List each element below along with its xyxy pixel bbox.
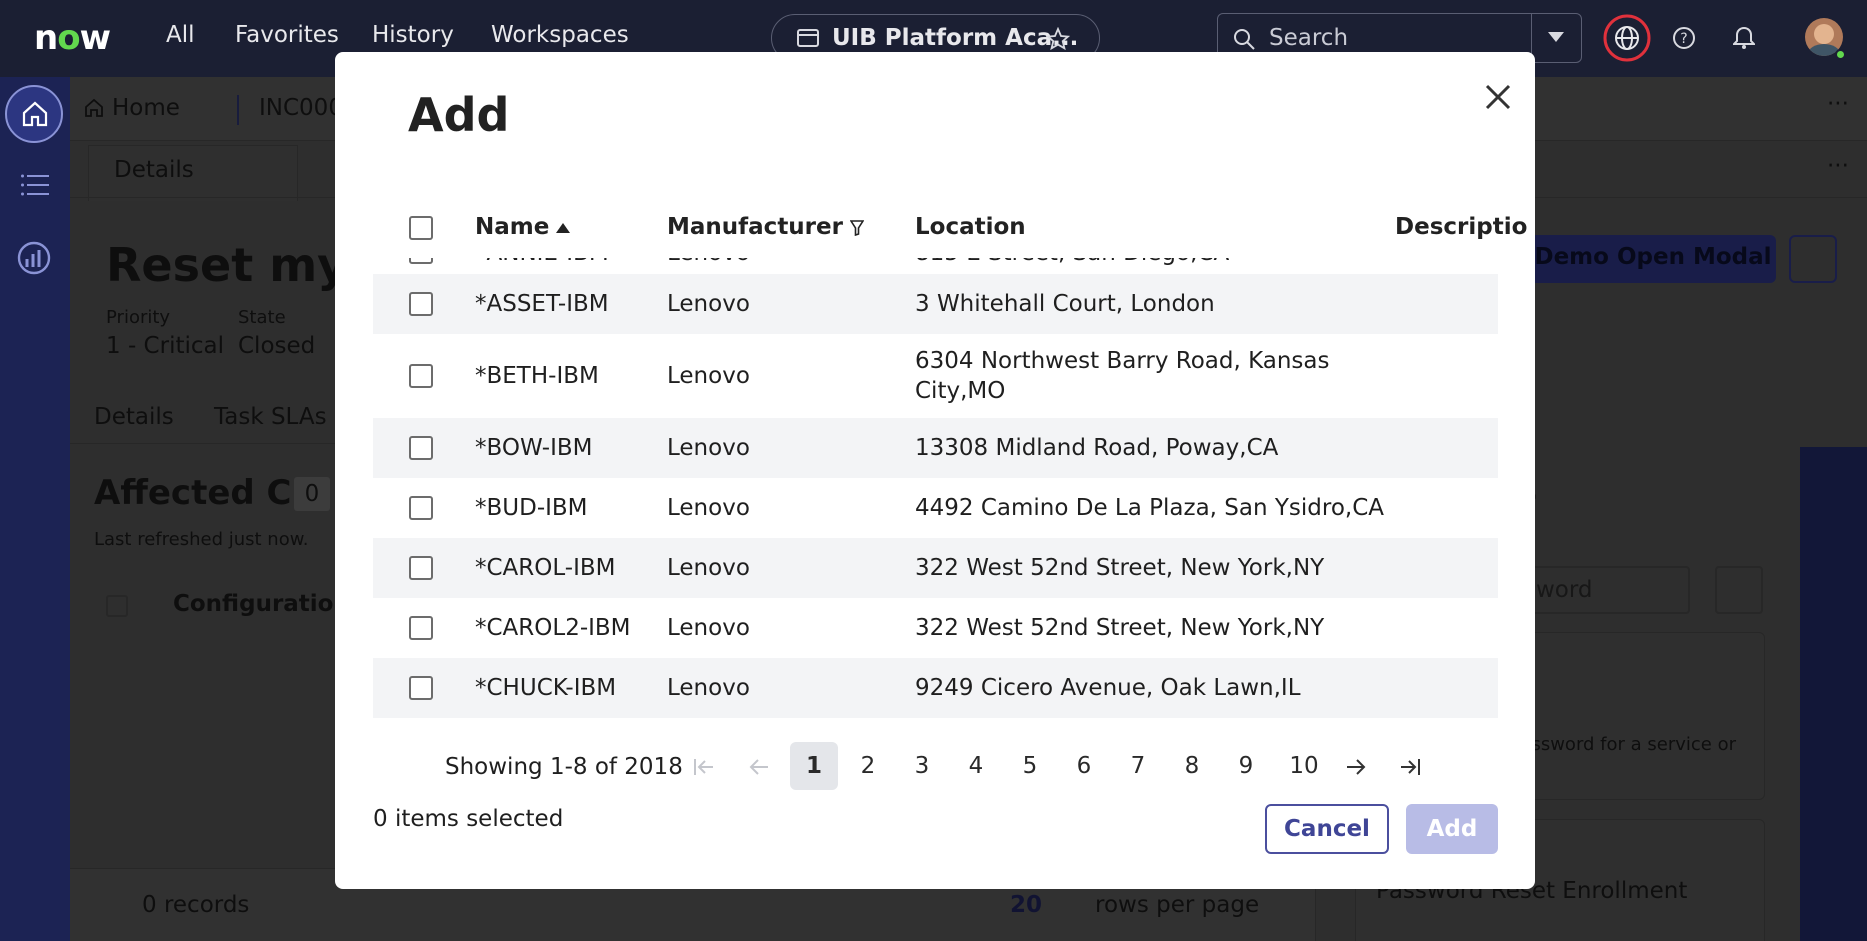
table-header: Name Manufacturer Location Descriptio — [373, 198, 1527, 258]
filter-icon[interactable] — [849, 219, 865, 236]
page-5-button[interactable]: 5 — [1006, 742, 1054, 790]
table-row[interactable]: *BOW-IBM Lenovo 13308 Midland Road, Powa… — [373, 418, 1498, 478]
column-name[interactable]: Name — [475, 214, 571, 240]
nav-workspaces[interactable]: Workspaces — [491, 22, 629, 48]
close-icon[interactable] — [1475, 74, 1521, 120]
cell-name: *ASSET-IBM — [475, 291, 609, 317]
table-row[interactable]: *CAROL-IBM Lenovo 322 West 52nd Street, … — [373, 538, 1498, 598]
cell-manufacturer: Lenovo — [667, 675, 750, 701]
items-selected-text: 0 items selected — [373, 806, 564, 832]
star-icon[interactable] — [1046, 27, 1070, 51]
row-checkbox[interactable] — [409, 496, 433, 520]
table-row[interactable]: *BUD-IBM Lenovo 4492 Camino De La Plaza,… — [373, 478, 1498, 538]
page-1-button[interactable]: 1 — [790, 742, 838, 790]
row-checkbox[interactable] — [409, 258, 433, 264]
analytics-icon[interactable] — [17, 241, 51, 275]
page-10-button[interactable]: 10 — [1278, 742, 1330, 790]
cell-manufacturer: Lenovo — [667, 258, 750, 268]
page-2-button[interactable]: 2 — [844, 742, 892, 790]
help-icon[interactable]: ? — [1672, 26, 1696, 50]
chevron-down-icon — [1548, 32, 1564, 42]
left-rail — [0, 77, 70, 941]
table-row[interactable]: *CAROL2-IBM Lenovo 322 West 52nd Street,… — [373, 598, 1498, 658]
search-dropdown[interactable] — [1531, 14, 1581, 62]
cell-manufacturer: Lenovo — [667, 435, 750, 461]
cell-manufacturer: Lenovo — [667, 555, 750, 581]
row-checkbox[interactable] — [409, 292, 433, 316]
app-icon — [797, 29, 819, 47]
cancel-button[interactable]: Cancel — [1265, 804, 1389, 854]
showing-count: Showing 1-8 of 2018 — [445, 754, 683, 780]
row-checkbox[interactable] — [409, 364, 433, 388]
presence-dot — [1835, 49, 1846, 60]
column-manufacturer[interactable]: Manufacturer — [667, 214, 865, 240]
table-body: *ANNIE-IBM Lenovo 815 E Street, San Dieg… — [373, 258, 1498, 785]
table-row[interactable]: *ASSET-IBM Lenovo 3 Whitehall Court, Lon… — [373, 274, 1498, 334]
page-4-button[interactable]: 4 — [952, 742, 1000, 790]
cell-location: 322 West 52nd Street, New York,NY — [915, 615, 1325, 641]
search-icon — [1234, 29, 1255, 50]
sort-ascending-icon — [556, 222, 571, 233]
table-row[interactable]: *BETH-IBM Lenovo 6304 Northwest Barry Ro… — [373, 334, 1498, 418]
table-row[interactable]: *CHUCK-IBM Lenovo 9249 Cicero Avenue, Oa… — [373, 658, 1498, 718]
row-checkbox[interactable] — [409, 676, 433, 700]
nav-all[interactable]: All — [166, 22, 195, 48]
page-6-button[interactable]: 6 — [1060, 742, 1108, 790]
cell-name: *CHUCK-IBM — [475, 675, 617, 701]
home-icon — [22, 101, 48, 127]
column-location[interactable]: Location — [915, 214, 1026, 240]
page-9-button[interactable]: 9 — [1222, 742, 1270, 790]
cell-location: 13308 Midland Road, Poway,CA — [915, 435, 1279, 461]
search-placeholder: Search — [1269, 25, 1349, 51]
add-modal: Add Name Manufacturer Location Descripti… — [335, 52, 1535, 889]
pagination: Showing 1-8 of 2018 1 2 3 4 5 6 7 8 9 10 — [373, 742, 1498, 798]
cell-name: *CAROL-IBM — [475, 555, 616, 581]
next-page-icon[interactable] — [1345, 758, 1367, 776]
cell-manufacturer: Lenovo — [667, 495, 750, 521]
first-page-icon[interactable] — [693, 758, 715, 776]
app-title: UIB Platform Aca... — [832, 25, 1079, 51]
modal-title: Add — [408, 88, 510, 142]
cell-manufacturer: Lenovo — [667, 615, 750, 641]
cell-location: 6304 Northwest Barry Road, Kansas City,M… — [915, 348, 1330, 404]
previous-page-icon[interactable] — [748, 758, 770, 776]
nav-favorites[interactable]: Favorites — [235, 22, 339, 48]
row-checkbox[interactable] — [409, 616, 433, 640]
page-7-button[interactable]: 7 — [1114, 742, 1162, 790]
page-3-button[interactable]: 3 — [898, 742, 946, 790]
cell-name: *CAROL2-IBM — [475, 615, 631, 641]
last-page-icon[interactable] — [1399, 758, 1421, 776]
cell-location: 815 E Street, San Diego,CA — [915, 258, 1229, 268]
list-icon[interactable] — [21, 174, 49, 196]
home-rail-button[interactable] — [5, 85, 63, 143]
cell-name: *BUD-IBM — [475, 495, 588, 521]
row-checkbox[interactable] — [409, 436, 433, 460]
globe-icon[interactable] — [1603, 14, 1651, 62]
cell-name: *BOW-IBM — [475, 435, 593, 461]
row-checkbox[interactable] — [409, 556, 433, 580]
nav-history[interactable]: History — [372, 22, 454, 48]
cell-name: *BETH-IBM — [475, 363, 599, 389]
select-all-checkbox[interactable] — [409, 216, 433, 240]
cell-location: 4492 Camino De La Plaza, San Ysidro,CA — [915, 495, 1385, 521]
column-description[interactable]: Descriptio — [1395, 214, 1527, 240]
cell-name: *ANNIE-IBM — [475, 258, 609, 268]
cell-manufacturer: Lenovo — [667, 363, 750, 389]
svg-text:?: ? — [1680, 31, 1687, 47]
cell-manufacturer: Lenovo — [667, 291, 750, 317]
add-button[interactable]: Add — [1406, 804, 1498, 854]
table-row[interactable]: *ANNIE-IBM Lenovo 815 E Street, San Dieg… — [373, 258, 1498, 274]
bell-icon[interactable] — [1733, 26, 1755, 50]
servicenow-logo[interactable]: now — [34, 18, 111, 58]
cell-location: 322 West 52nd Street, New York,NY — [915, 555, 1325, 581]
cell-location: 9249 Cicero Avenue, Oak Lawn,IL — [915, 675, 1301, 701]
page-8-button[interactable]: 8 — [1168, 742, 1216, 790]
cell-location: 3 Whitehall Court, London — [915, 291, 1215, 317]
